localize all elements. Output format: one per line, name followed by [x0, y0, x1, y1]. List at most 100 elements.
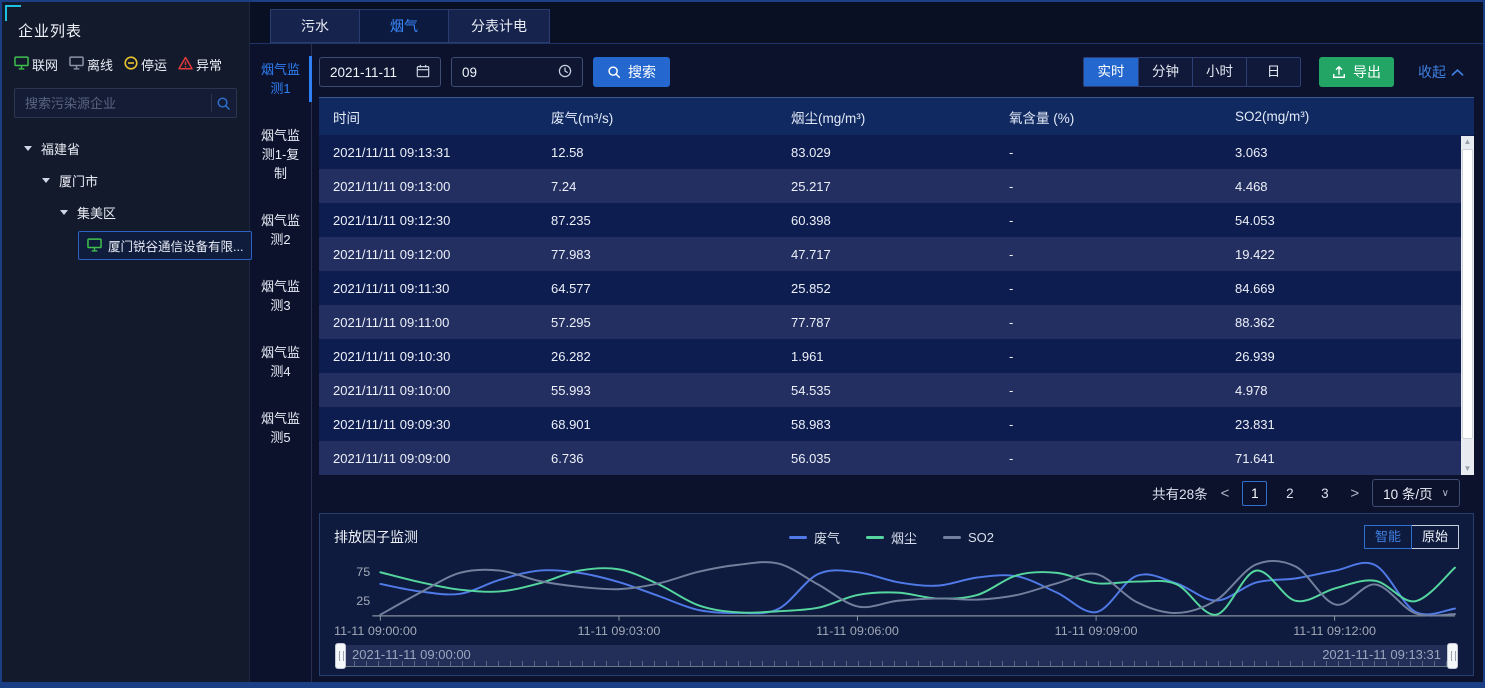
page-number-1[interactable]: 1 [1242, 481, 1267, 506]
tree-node-label: 厦门锐谷通信设备有限... [108, 236, 243, 255]
main-area: 污水烟气分表计电 烟气监测1 烟气监测1-复制烟气监测2 烟气监测3 烟气监测4 烟气监… [250, 2, 1483, 682]
tree-node[interactable]: 厦门市 [2, 164, 249, 196]
table-cell: 54.053 [1221, 203, 1474, 237]
table-cell: 64.577 [537, 271, 777, 305]
table-column-header: 时间 [319, 98, 537, 135]
status-legend-离线: 离线 [69, 55, 113, 74]
prev-page-icon[interactable]: < [1221, 485, 1230, 502]
scroll-down-icon[interactable]: ▼ [1461, 463, 1474, 475]
table-cell: 57.295 [537, 305, 777, 339]
caret-down-icon[interactable] [24, 146, 32, 151]
device-tab-烟气监测3[interactable]: 烟气监测3 [250, 277, 311, 315]
table-cell: 1.961 [777, 339, 995, 373]
granularity-日[interactable]: 日 [1246, 58, 1300, 86]
table-cell: 60.398 [777, 203, 995, 237]
legend-dash-icon [866, 536, 884, 539]
table-cell: 2021/11/11 09:10:30 [319, 339, 537, 373]
table-cell: 2021/11/11 09:09:30 [319, 407, 537, 441]
table-cell: 77.787 [777, 305, 995, 339]
scroll-up-icon[interactable]: ▲ [1461, 136, 1474, 148]
table-cell: 58.983 [777, 407, 995, 441]
svg-text:75: 75 [356, 565, 370, 579]
table-cell: 12.58 [537, 135, 777, 169]
granularity-实时[interactable]: 实时 [1084, 58, 1138, 86]
table-cell: 6.736 [537, 441, 777, 475]
chart-legend-label: 废气 [814, 528, 840, 547]
query-toolbar: 2021-11-11 09 搜索 [319, 57, 1474, 87]
search-button[interactable]: 搜索 [593, 57, 670, 87]
scrollbar-thumb[interactable] [1462, 149, 1473, 439]
table-column-header: 烟尘(mg/m³) [777, 98, 995, 135]
content-area: 2021-11-11 09 搜索 [312, 44, 1483, 682]
table-cell: 2021/11/11 09:11:00 [319, 305, 537, 339]
tree-node-selected[interactable]: 厦门锐谷通信设备有限... [78, 231, 252, 260]
caret-down-icon[interactable] [42, 178, 50, 183]
table-cell: - [995, 407, 1221, 441]
emission-line-chart: 257511-11 09:00:0011-11 09:03:0011-11 09… [334, 550, 1459, 643]
chevron-down-icon: ∨ [1442, 488, 1449, 499]
page-number-2[interactable]: 2 [1277, 481, 1302, 506]
page-size-select[interactable]: 10 条/页 ∨ [1372, 479, 1460, 507]
tree-node[interactable]: 集美区 [2, 196, 249, 228]
chart-legend-烟尘[interactable]: 烟尘 [866, 528, 917, 547]
date-picker[interactable]: 2021-11-11 [319, 57, 441, 87]
status-legend-label: 停运 [141, 55, 167, 74]
table-row: 2021/11/11 09:11:0057.29577.787-88.362 [319, 305, 1474, 339]
table-row: 2021/11/11 09:09:3068.90158.983-23.831 [319, 407, 1474, 441]
tree-node[interactable]: 福建省 [2, 132, 249, 164]
pagination: 共有28条 < 123 > 10 条/页 ∨ [319, 475, 1474, 511]
tree-node-label: 福建省 [41, 139, 80, 158]
table-scrollbar[interactable]: ▲ ▼ [1461, 136, 1474, 475]
device-tab-烟气监测4[interactable]: 烟气监测4 [250, 343, 311, 381]
tree-node[interactable]: 厦门锐谷通信设备有限... [2, 228, 249, 262]
table-cell: 2021/11/11 09:09:00 [319, 441, 537, 475]
device-tab-烟气监测1[interactable]: 烟气监测1 [250, 60, 311, 98]
search-icon[interactable] [212, 96, 236, 111]
table-cell: 25.217 [777, 169, 995, 203]
status-legend-label: 联网 [32, 55, 58, 74]
hour-picker[interactable]: 09 [451, 57, 583, 87]
pause-circle-icon [124, 56, 138, 73]
table-cell: 3.063 [1221, 135, 1474, 169]
clock-icon[interactable] [558, 64, 572, 81]
export-button[interactable]: 导出 [1319, 57, 1394, 87]
tab-分表计电[interactable]: 分表计电 [448, 9, 550, 43]
table-cell: 7.24 [537, 169, 777, 203]
caret-down-icon[interactable] [60, 210, 68, 215]
data-table: 时间废气(m³/s)烟尘(mg/m³)氧含量 (%)SO2(mg/m³) 202… [319, 98, 1474, 475]
chart-legend-label: 烟尘 [891, 528, 917, 547]
tab-污水[interactable]: 污水 [270, 9, 360, 43]
top-tabbar: 污水烟气分表计电 [250, 2, 1483, 44]
slider-handle-left[interactable] [335, 643, 346, 669]
table-cell: 83.029 [777, 135, 995, 169]
tab-烟气[interactable]: 烟气 [359, 9, 449, 43]
collapse-toggle[interactable]: 收起 [1418, 62, 1464, 82]
status-legend-联网: 联网 [14, 55, 58, 74]
chart-legend-SO2[interactable]: SO2 [943, 528, 994, 547]
table-cell: 2021/11/11 09:11:30 [319, 271, 537, 305]
device-tab-烟气监测5[interactable]: 烟气监测5 [250, 409, 311, 447]
table-cell: 2021/11/11 09:13:31 [319, 135, 537, 169]
chart-mode-智能[interactable]: 智能 [1364, 525, 1412, 549]
svg-text:11-11 09:06:00: 11-11 09:06:00 [816, 624, 899, 638]
calendar-icon[interactable] [416, 64, 430, 81]
search-input[interactable] [15, 96, 211, 111]
slider-handle-right[interactable] [1447, 643, 1458, 669]
device-tab-烟气监测1-复制[interactable]: 烟气监测1-复制 [250, 126, 311, 183]
page-number-3[interactable]: 3 [1312, 481, 1337, 506]
table-cell: 23.831 [1221, 407, 1474, 441]
chart-legend-废气[interactable]: 废气 [789, 528, 840, 547]
device-tab-烟气监测2[interactable]: 烟气监测2 [250, 211, 311, 249]
chart-mode-原始[interactable]: 原始 [1411, 525, 1459, 549]
chart-mode-switch: 智能原始 [1365, 525, 1459, 549]
granularity-分钟[interactable]: 分钟 [1138, 58, 1192, 86]
time-range-slider[interactable]: 2021-11-11 09:00:00 2021-11-11 09:13:31 [336, 645, 1457, 667]
table-cell: 2021/11/11 09:10:00 [319, 373, 537, 407]
table-cell: 19.422 [1221, 237, 1474, 271]
enterprise-tree: 福建省厦门市集美区厦门锐谷通信设备有限... [2, 124, 249, 270]
next-page-icon[interactable]: > [1350, 485, 1359, 502]
table-cell: 4.978 [1221, 373, 1474, 407]
svg-text:11-11 09:12:00: 11-11 09:12:00 [1293, 624, 1376, 638]
enterprise-search[interactable] [14, 88, 237, 118]
granularity-小时[interactable]: 小时 [1192, 58, 1246, 86]
